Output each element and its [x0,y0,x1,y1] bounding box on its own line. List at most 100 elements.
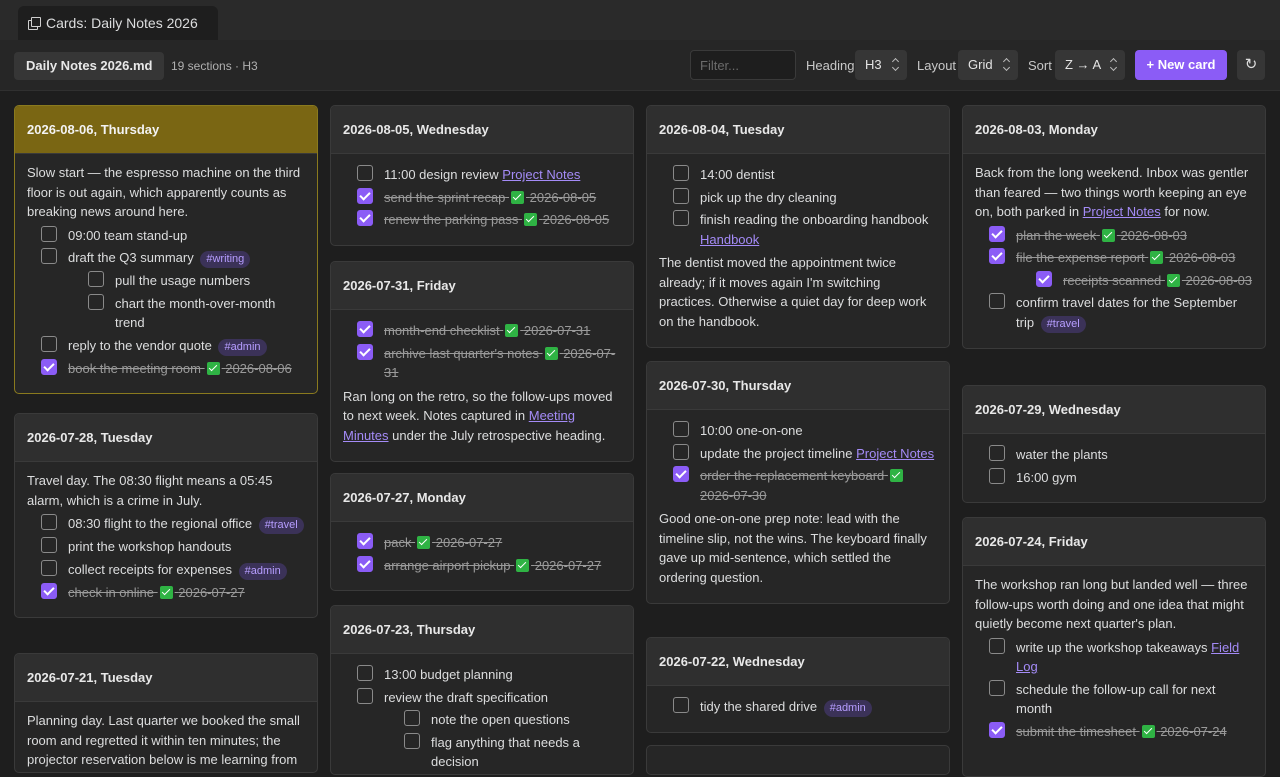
card-paragraph: Travel day. The 08:30 flight means a 05:… [27,473,273,508]
task-checkbox-checked[interactable] [357,187,373,204]
link-project-notes[interactable]: Project Notes [502,167,580,182]
task-item: 16:00 gym [975,467,1253,488]
task-text: note the open questions [431,712,570,727]
task-text: 13:00 budget planning [384,667,513,682]
card-2026-07-29[interactable]: 2026-07-29, Wednesday water the plants 1… [962,385,1266,503]
task-text: draft the Q3 summary [68,250,194,265]
task-checkbox[interactable] [41,335,57,352]
subtask-item: flag anything that needs a decision [343,732,621,772]
task-checkbox[interactable] [989,445,1005,461]
task-checkbox[interactable] [41,514,57,530]
task-checkbox[interactable] [41,537,57,553]
task-checkbox[interactable] [673,187,689,204]
card-title: 2026-08-03, Monday [963,106,1265,154]
card-next[interactable] [646,745,950,775]
card-2026-07-31[interactable]: 2026-07-31, Friday month-end checklist 2… [330,261,634,462]
filter-input[interactable] [690,50,796,80]
tag-admin[interactable]: #admin [218,338,267,356]
link-project-notes[interactable]: Project Notes [1083,204,1161,219]
task-item: tidy the shared drive #admin [659,697,937,717]
task-checkbox[interactable] [404,732,420,749]
task-checkbox[interactable] [673,697,689,713]
card-2026-07-24[interactable]: 2026-07-24, Friday The workshop ran long… [962,517,1266,777]
task-checkbox[interactable] [41,248,57,264]
card-2026-08-04[interactable]: 2026-08-04, Tuesday 14:00 dentist pick u… [646,105,950,348]
task-checkbox[interactable] [673,165,689,181]
heading-select[interactable]: H3 [855,50,907,80]
task-checkbox-checked[interactable] [357,343,373,360]
task-text: book the meeting room [68,360,201,376]
task-checkbox-checked[interactable] [673,466,689,482]
task-checkbox-checked[interactable] [357,533,373,549]
card-2026-07-23[interactable]: 2026-07-23, Thursday 13:00 budget planni… [330,605,634,775]
new-card-button[interactable]: + New card [1135,50,1227,80]
task-checkbox-checked[interactable] [357,555,373,572]
task-checkbox[interactable] [673,443,689,460]
task-item: confirm travel dates for the September t… [975,293,1253,333]
task-checkbox[interactable] [989,679,1005,696]
paragraph-text: under the July retrospective heading. [392,427,606,443]
card-2026-08-03[interactable]: 2026-08-03, Monday Back from the long we… [962,105,1266,349]
card-2026-07-30[interactable]: 2026-07-30, Thursday 10:00 one-on-one up… [646,361,950,604]
tag-admin[interactable]: #admin [238,562,287,580]
card-2026-07-22[interactable]: 2026-07-22, Wednesday tidy the shared dr… [646,637,950,733]
task-checkbox[interactable] [357,665,373,681]
card-2026-07-21[interactable]: 2026-07-21, Tuesday Planning day. Last q… [14,653,318,773]
task-checkbox[interactable] [88,271,104,287]
task-text: water the plants [1016,447,1108,462]
checkmark-icon [159,585,173,599]
task-item-done: renew the parking pass 2026-08-05 [343,210,621,230]
tag-admin[interactable]: #admin [823,700,872,717]
tab-cards-daily-notes[interactable]: Cards: Daily Notes 2026 [18,6,218,40]
task-checkbox[interactable] [41,225,57,242]
task-checkbox[interactable] [357,165,373,181]
tag-writing[interactable]: #writing [200,251,251,268]
task-checkbox-checked[interactable] [357,210,373,226]
task-text: collect receipts for expenses [68,561,233,577]
task-checkbox[interactable] [404,710,420,726]
refresh-icon[interactable]: ↻ [1237,50,1265,80]
task-checkbox[interactable] [989,467,1005,484]
link-handbook[interactable]: Handbook [700,232,759,247]
task-checkbox-checked[interactable] [41,358,57,375]
task-checkbox-checked[interactable] [989,721,1005,738]
tab-bar: Cards: Daily Notes 2026 [0,0,1280,40]
task-checkbox[interactable] [41,559,57,576]
task-text: send the sprint recap [384,189,506,205]
task-checkbox-checked[interactable] [1036,270,1052,287]
card-2026-08-05[interactable]: 2026-08-05, Wednesday 11:00 design revie… [330,105,634,246]
subtask-item-done: receipts scanned 2026-08-03 [975,270,1253,291]
task-checkbox-checked[interactable] [989,248,1005,264]
task-text: pull the usage numbers [115,273,251,288]
sort-select[interactable]: Z → A [1055,50,1125,80]
card-2026-07-27[interactable]: 2026-07-27, Monday pack 2026-07-27 arran… [330,473,634,591]
task-checkbox[interactable] [88,293,104,310]
task-item: review the draft specification [343,687,621,708]
tag-travel[interactable]: #travel [1040,315,1086,333]
task-checkbox-checked[interactable] [41,582,57,599]
task-text: month-end checklist [384,323,500,338]
file-button[interactable]: Daily Notes 2026.md [14,52,165,80]
task-checkbox[interactable] [989,293,1005,309]
task-item: reply to the vendor quote #admin [27,335,305,356]
card-2026-08-06[interactable]: 2026-08-06, Thursday Slow start — the es… [14,105,318,394]
task-text: check in online [68,584,154,600]
task-checkbox-checked[interactable] [357,321,373,337]
card-paragraph: The dentist moved the appointment twice … [659,255,927,329]
task-item-done: book the meeting room 2026-08-06 [27,358,305,379]
task-checkbox[interactable] [673,421,689,437]
cards-icon [28,17,41,30]
task-item: 14:00 dentist [659,165,937,185]
tag-travel[interactable]: #travel [258,517,304,534]
layout-select[interactable]: Grid [958,50,1018,80]
task-item-done: archive last quarter's notes 2026-07-31 [343,343,621,383]
task-item-done: file the expense report 2026-08-03 [975,248,1253,268]
task-checkbox[interactable] [357,687,373,704]
link-project-notes[interactable]: Project Notes [856,446,934,461]
card-paragraph: Slow start — the espresso machine on the… [27,165,301,219]
card-2026-07-28[interactable]: 2026-07-28, Tuesday Travel day. The 08:3… [14,413,318,618]
heading-value: H3 [865,57,882,72]
task-checkbox-checked[interactable] [989,225,1005,242]
task-checkbox[interactable] [673,210,689,226]
task-checkbox[interactable] [989,637,1005,654]
